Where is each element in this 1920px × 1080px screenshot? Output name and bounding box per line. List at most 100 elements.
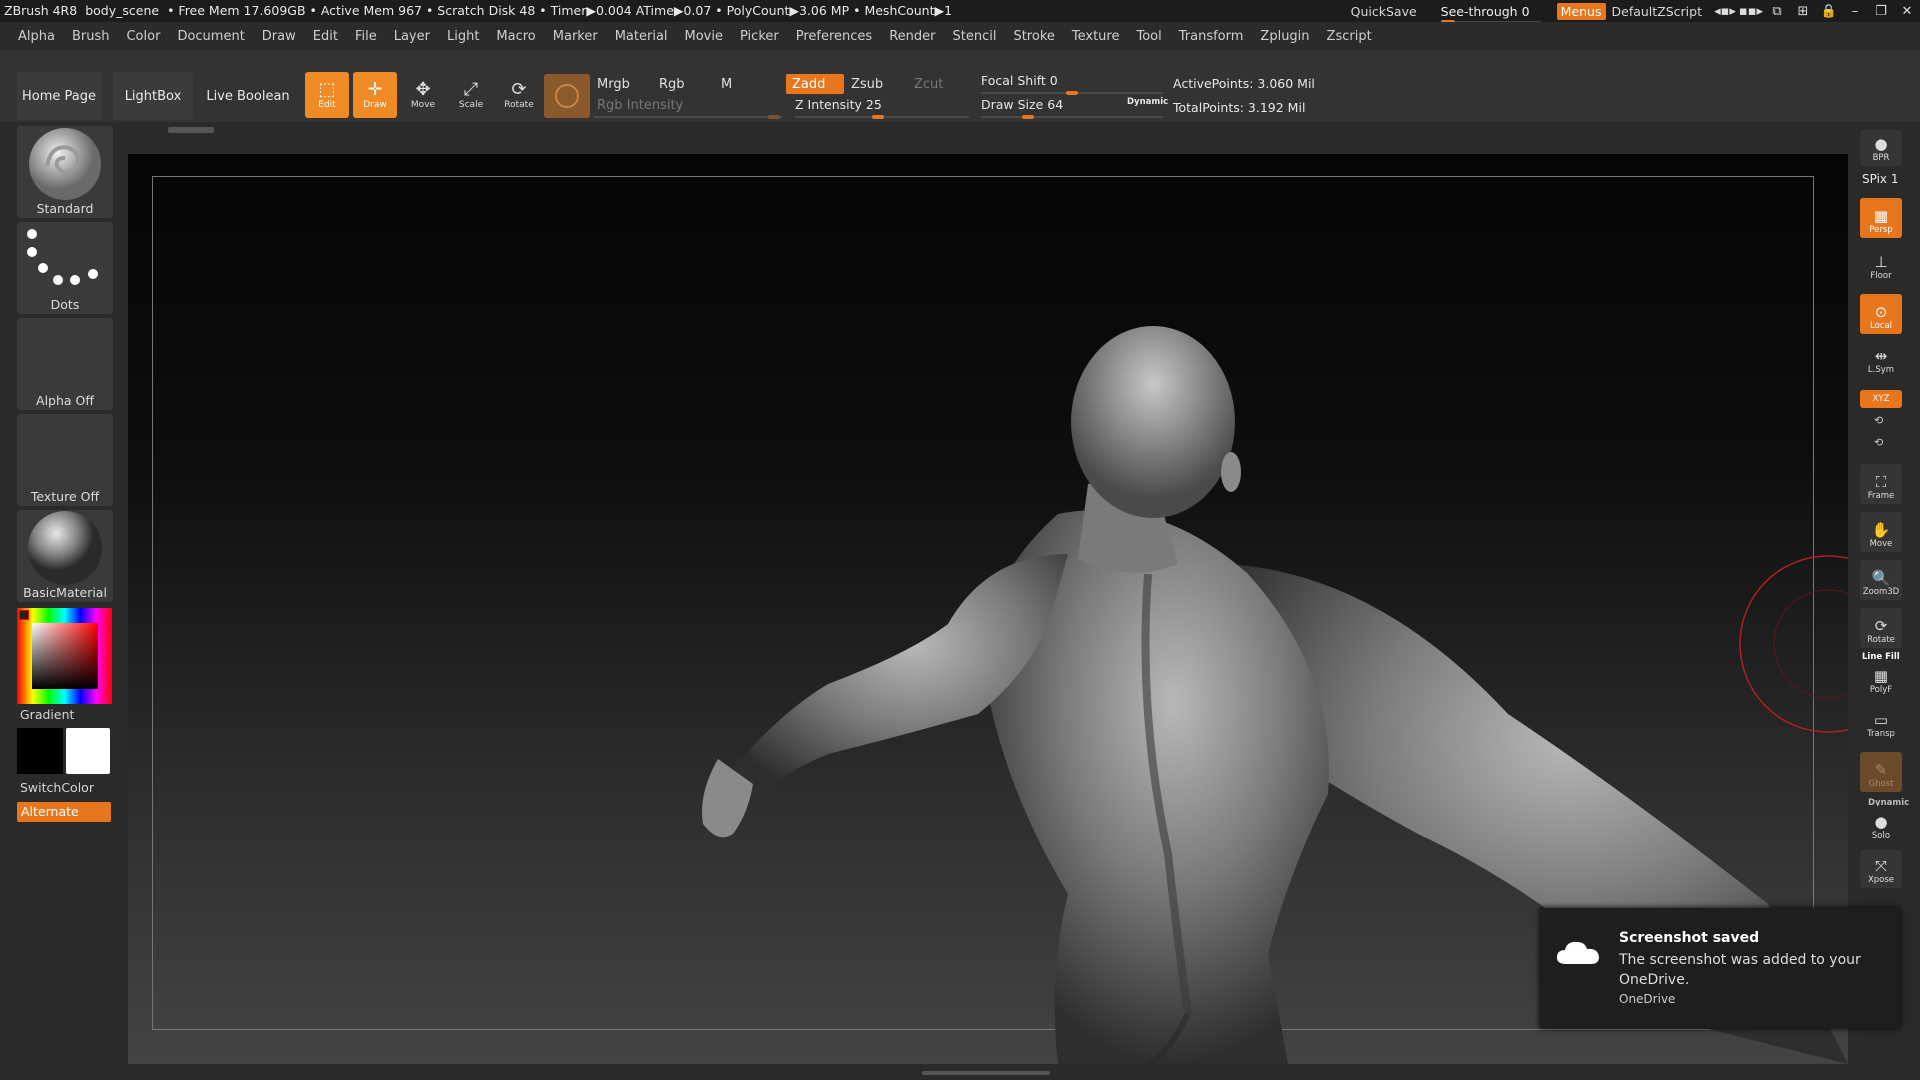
rotate-label: Rotate (504, 100, 534, 110)
z-intensity-knob[interactable] (872, 115, 884, 119)
menu-zscript[interactable]: Zscript (1327, 29, 1372, 44)
zadd-toggle[interactable]: Zadd (786, 74, 844, 94)
menu-texture[interactable]: Texture (1072, 29, 1120, 44)
menu-picker[interactable]: Picker (740, 29, 779, 44)
menu-tool[interactable]: Tool (1136, 29, 1161, 44)
scale-button[interactable]: ⤢ Scale (449, 72, 493, 118)
zoom3d-label: Zoom3D (1862, 587, 1900, 597)
menu-brush[interactable]: Brush (72, 29, 110, 44)
menu-material[interactable]: Material (615, 29, 668, 44)
primary-color-swatch[interactable] (17, 728, 63, 774)
mrgb-toggle[interactable]: Mrgb (591, 74, 647, 94)
rotate-view-button[interactable]: ⟳ Rotate (1860, 608, 1902, 648)
xpose-button[interactable]: ⤧ Xpose (1860, 850, 1902, 888)
menu-color[interactable]: Color (126, 29, 160, 44)
move-button[interactable]: ✥ Move (401, 72, 445, 118)
lock-icon[interactable]: 🔒 (1816, 4, 1842, 19)
home-page-button[interactable]: Home Page (17, 72, 101, 120)
menu-edit[interactable]: Edit (313, 29, 338, 44)
default-zscript-button[interactable]: DefaultZScript (1612, 4, 1703, 19)
alternate-button[interactable]: Alternate (17, 802, 111, 822)
move-icon: ✥ (415, 79, 431, 100)
close-icon[interactable]: ✕ (1894, 4, 1920, 19)
layout-alt-icon[interactable]: ⊞ (1790, 4, 1816, 19)
z-intensity-slider[interactable]: Z Intensity 25 (795, 97, 882, 112)
material-swatch-icon[interactable] (544, 74, 590, 118)
transp-button[interactable]: ▭ Transp (1860, 706, 1902, 742)
spix-slider[interactable]: SPix 1 (1862, 172, 1898, 186)
rotate-z-icon[interactable]: ⟲ (1874, 436, 1883, 449)
menu-draw[interactable]: Draw (262, 29, 296, 44)
draw-button[interactable]: ✛ Draw (353, 72, 397, 118)
lsym-button[interactable]: ⇹ L.Sym (1860, 344, 1902, 378)
menu-render[interactable]: Render (889, 29, 935, 44)
ghost-button[interactable]: ✎ Ghost (1860, 752, 1902, 792)
edit-button[interactable]: ⬚ Edit (305, 72, 349, 118)
arrows-left-icon[interactable]: ◂▪▸ (1712, 4, 1738, 19)
switch-color-button[interactable]: SwitchColor (20, 780, 94, 795)
polyf-button[interactable]: ▦ PolyF (1860, 662, 1902, 698)
rotate-y-icon[interactable]: ⟲ (1874, 414, 1883, 427)
floor-button[interactable]: ⊥ Floor (1860, 246, 1902, 284)
menu-document[interactable]: Document (177, 29, 244, 44)
rgb-toggle[interactable]: Rgb (653, 74, 709, 94)
local-button[interactable]: ⊙ Local (1860, 294, 1902, 334)
menus-toggle[interactable]: Menus (1556, 2, 1606, 20)
app-name: ZBrush 4R8 (4, 3, 78, 18)
bpr-button[interactable]: ● BPR (1860, 130, 1902, 166)
layout-icon[interactable]: ⧉ (1764, 4, 1790, 19)
quicksave-button[interactable]: QuickSave (1351, 4, 1417, 19)
brush-cursor-ring (1739, 555, 1848, 733)
frame-button[interactable]: ⛶ Frame (1860, 464, 1902, 504)
rgb-intensity-knob[interactable] (768, 115, 780, 119)
alpha-selector[interactable]: Alpha Off (17, 318, 113, 410)
linefill-label: Line Fill (1862, 652, 1900, 662)
menu-preferences[interactable]: Preferences (796, 29, 872, 44)
grid-perspective-icon: ▦ (1873, 207, 1889, 225)
notification-toast[interactable]: Screenshot saved The screenshot was adde… (1540, 908, 1900, 1028)
brush-selector[interactable]: Standard (17, 126, 113, 218)
minimize-icon[interactable]: – (1842, 4, 1868, 19)
dynamic-toggle[interactable]: Dynamic (1127, 97, 1168, 107)
menu-movie[interactable]: Movie (685, 29, 723, 44)
solo-icon: ● (1874, 813, 1888, 831)
draw-size-knob[interactable] (1022, 115, 1034, 119)
maximize-icon[interactable]: ❐ (1868, 4, 1894, 19)
stroke-selector[interactable]: Dots (17, 222, 113, 314)
xyz-button[interactable]: XYZ (1860, 390, 1902, 408)
rotate-button[interactable]: ⟳ Rotate (497, 72, 541, 118)
menu-layer[interactable]: Layer (394, 29, 430, 44)
move-view-button[interactable]: ✋ Move (1860, 512, 1902, 552)
secondary-color-swatch[interactable] (66, 728, 110, 774)
bottom-tray-handle[interactable] (922, 1071, 1050, 1075)
arrows-right-icon[interactable]: ▪▪▸ (1738, 4, 1764, 19)
solo-button[interactable]: ● Solo (1860, 806, 1902, 844)
see-through-slider[interactable]: See-through 0 (1440, 4, 1541, 25)
menu-marker[interactable]: Marker (553, 29, 598, 44)
texture-selector[interactable]: Texture Off (17, 414, 113, 506)
live-boolean-button[interactable]: Live Boolean (203, 72, 293, 120)
zsub-toggle[interactable]: Zsub (845, 74, 903, 94)
menu-stroke[interactable]: Stroke (1013, 29, 1054, 44)
focal-shift-slider[interactable]: Focal Shift 0 (981, 73, 1058, 88)
menu-alpha[interactable]: Alpha (18, 29, 55, 44)
menu-macro[interactable]: Macro (496, 29, 535, 44)
gradient-label[interactable]: Gradient (20, 707, 74, 722)
draw-size-slider[interactable]: Draw Size 64 (981, 97, 1063, 112)
lightbox-button[interactable]: LightBox (113, 72, 193, 120)
material-selector[interactable]: BasicMaterial (17, 510, 113, 602)
focal-shift-knob[interactable] (1066, 91, 1078, 95)
zoom3d-button[interactable]: 🔍 Zoom3D (1860, 560, 1902, 600)
persp-button[interactable]: ▦ Persp (1860, 198, 1902, 238)
menu-stencil[interactable]: Stencil (952, 29, 996, 44)
canvas-scroll-handle[interactable] (168, 127, 214, 133)
m-toggle[interactable]: M (715, 74, 765, 94)
rgb-intensity-slider[interactable]: Rgb Intensity (591, 95, 787, 115)
menu-light[interactable]: Light (447, 29, 479, 44)
menu-transform[interactable]: Transform (1179, 29, 1244, 44)
menu-file[interactable]: File (355, 29, 377, 44)
color-picker[interactable] (17, 608, 112, 704)
menu-zplugin[interactable]: Zplugin (1260, 29, 1309, 44)
transp-label: Transp (1867, 729, 1895, 739)
zcut-toggle[interactable]: Zcut (908, 74, 958, 94)
